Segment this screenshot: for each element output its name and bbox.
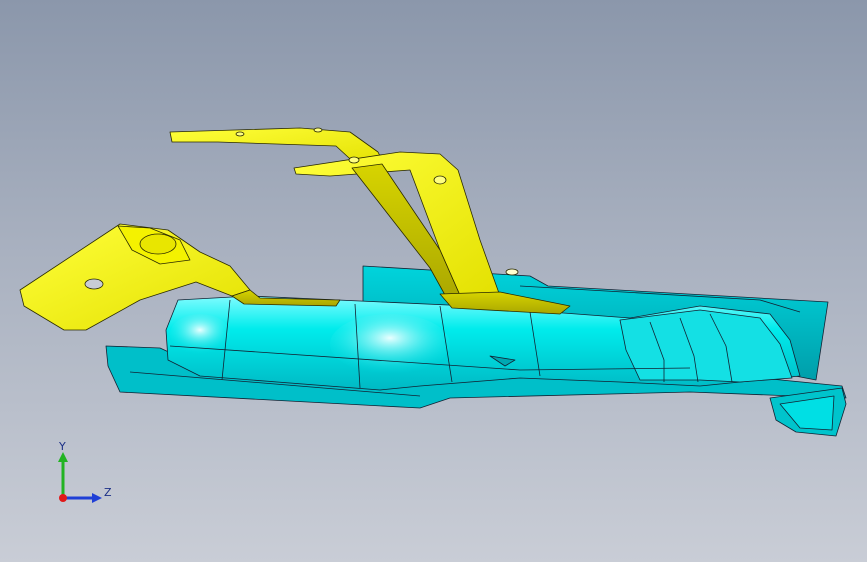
z-arrowhead-icon	[92, 493, 102, 503]
yellow-bracket-part[interactable]	[19, 127, 571, 331]
graphics-viewport[interactable]: Y Z	[0, 0, 867, 562]
coordinate-triad[interactable]: Y Z	[44, 438, 124, 514]
y-arrowhead-icon	[58, 452, 68, 462]
3d-model-view[interactable]	[0, 0, 867, 562]
x-axis-dot	[59, 494, 67, 502]
z-axis-label: Z	[104, 486, 112, 499]
y-axis-label: Y	[58, 440, 66, 453]
